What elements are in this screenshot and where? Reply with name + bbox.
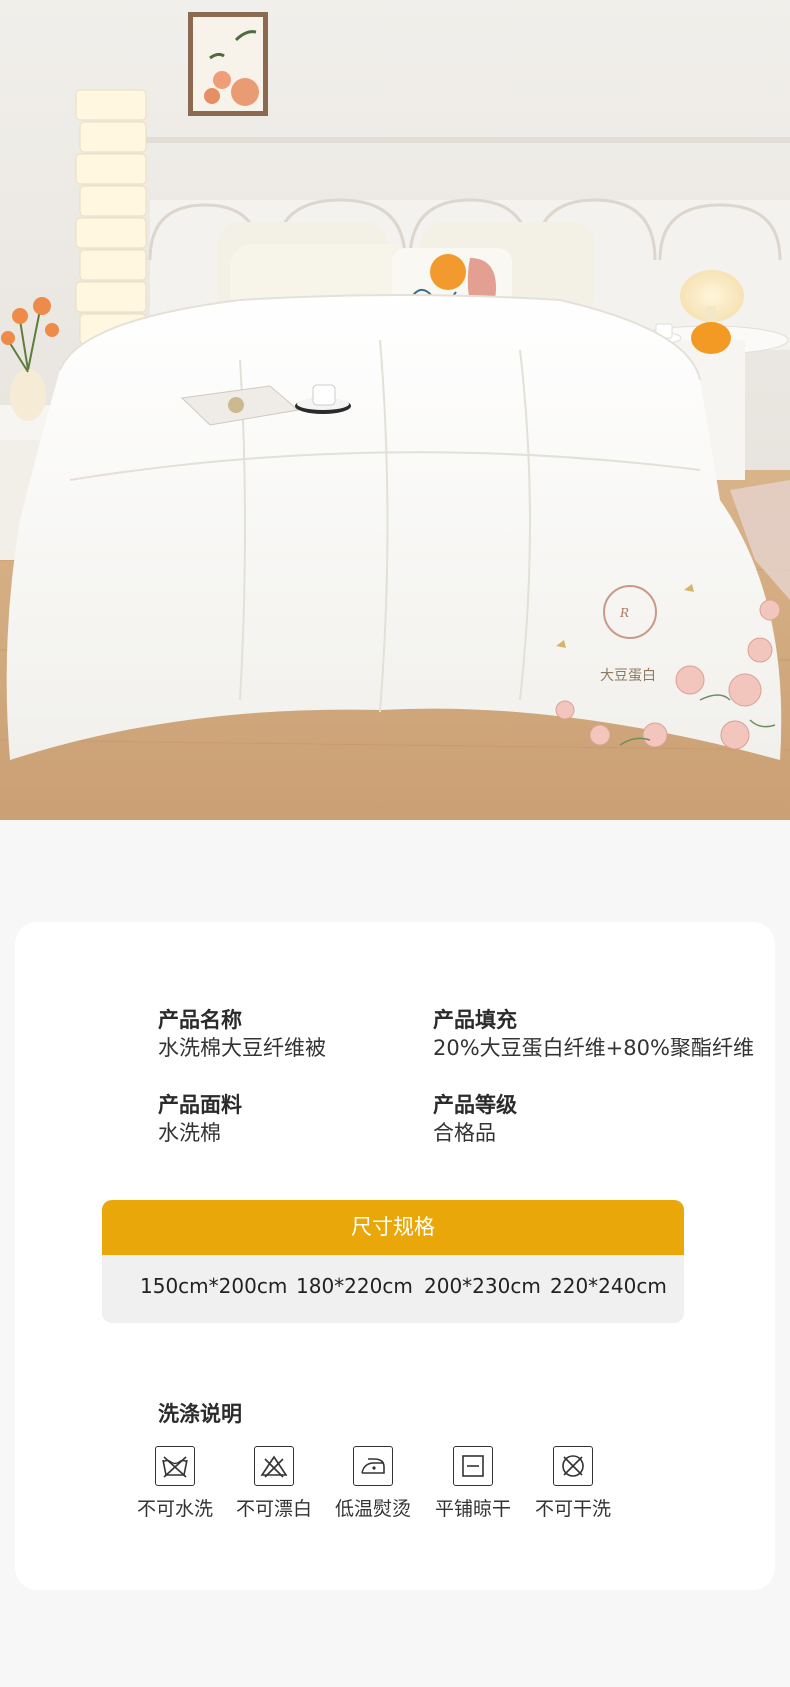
- size-option: 200*230cm: [424, 1274, 541, 1298]
- low-iron-icon: [353, 1446, 393, 1486]
- spec-label: 产品面料: [158, 1093, 242, 1117]
- product-info-card: 产品名称 水洗棉大豆纤维被 产品填充 20%大豆蛋白纤维+80%聚酯纤维 产品面…: [15, 922, 775, 1590]
- wash-item-no-dry-clean: 不可干洗: [523, 1446, 623, 1521]
- spec-label: 产品填充: [433, 1008, 517, 1032]
- no-dry-clean-icon: [553, 1446, 593, 1486]
- spec-filling: 产品填充 20%大豆蛋白纤维+80%聚酯纤维: [433, 1006, 754, 1062]
- wash-item-flat-dry: 平铺晾干: [423, 1446, 523, 1521]
- wash-item-low-iron: 低温熨烫: [323, 1446, 423, 1521]
- spec-value: 水洗棉大豆纤维被: [158, 1036, 326, 1060]
- size-spec-title: 尺寸规格: [102, 1200, 684, 1255]
- wash-instructions-title: 洗涤说明: [158, 1402, 242, 1426]
- svg-text:R: R: [619, 606, 629, 620]
- size-spec-box: 尺寸规格 150cm*200cm 180*220cm 200*230cm 220…: [102, 1200, 684, 1323]
- size-list: 150cm*200cm 180*220cm 200*230cm 220*240c…: [102, 1255, 684, 1323]
- product-hero-image: R 大豆蛋白: [0, 0, 790, 820]
- wash-label: 不可水洗: [136, 1498, 213, 1520]
- size-option: 180*220cm: [296, 1274, 413, 1298]
- wash-label: 平铺晾干: [434, 1498, 511, 1520]
- spec-label: 产品名称: [158, 1008, 242, 1032]
- embroidery-text: 大豆蛋白: [600, 668, 656, 684]
- spec-label: 产品等级: [433, 1093, 517, 1117]
- spec-product-name: 产品名称 水洗棉大豆纤维被: [158, 1006, 326, 1062]
- wash-item-no-bleach: 不可漂白: [224, 1446, 324, 1521]
- bedroom-illustration: R 大豆蛋白: [0, 0, 790, 820]
- no-bleach-icon: [254, 1446, 294, 1486]
- flat-dry-icon: [453, 1446, 493, 1486]
- wash-label: 低温熨烫: [334, 1498, 411, 1520]
- spec-value: 水洗棉: [158, 1121, 221, 1145]
- size-option: 220*240cm: [550, 1274, 667, 1298]
- no-wash-icon: [155, 1446, 195, 1486]
- spec-value: 合格品: [433, 1121, 496, 1145]
- wash-label: 不可漂白: [235, 1498, 312, 1520]
- spec-grade: 产品等级 合格品: [433, 1091, 517, 1147]
- wash-label: 不可干洗: [534, 1498, 611, 1520]
- size-option: 150cm*200cm: [140, 1274, 288, 1298]
- spec-fabric: 产品面料 水洗棉: [158, 1091, 242, 1147]
- spec-value: 20%大豆蛋白纤维+80%聚酯纤维: [433, 1036, 754, 1060]
- wash-item-no-wash: 不可水洗: [125, 1446, 225, 1521]
